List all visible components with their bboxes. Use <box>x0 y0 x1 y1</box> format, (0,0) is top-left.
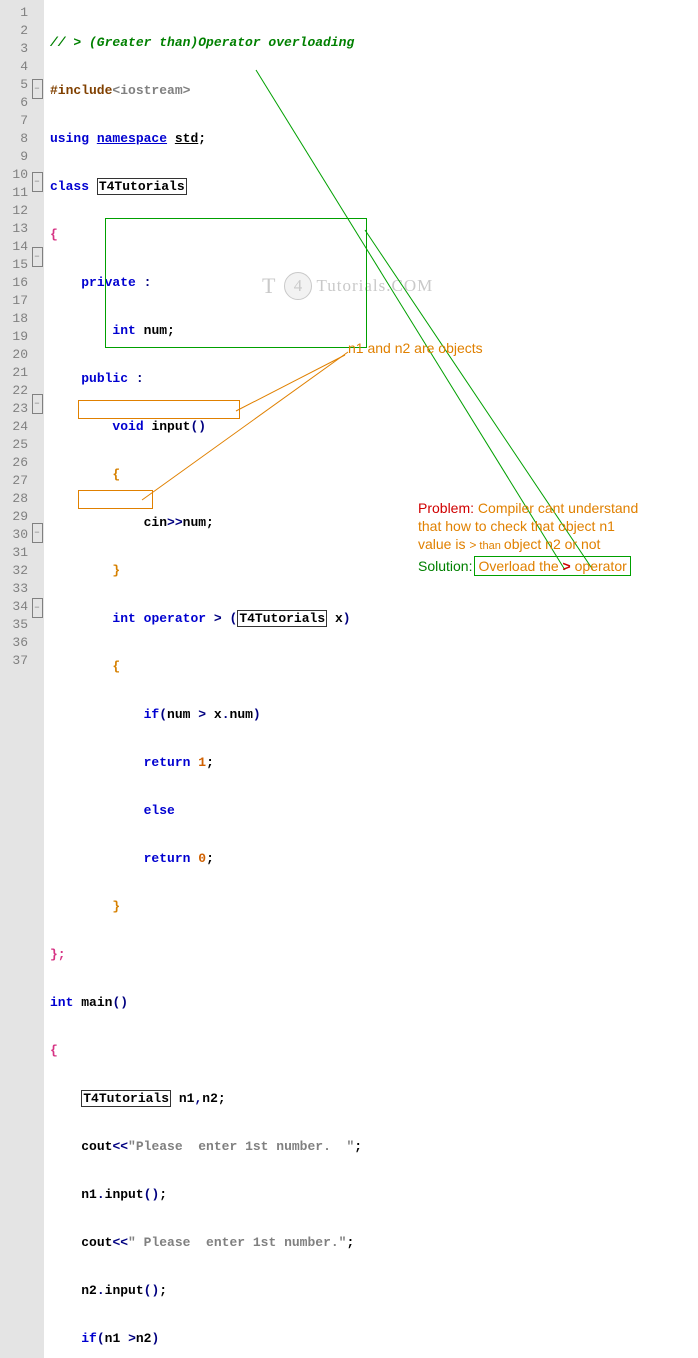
annotation-objects: n1 and n2 are objects <box>348 340 483 356</box>
code-content: // > (Greater than)Operator overloading … <box>44 0 698 1358</box>
line-num: 1 <box>2 4 28 22</box>
annotation-problem: Problem: Compiler cant understand that h… <box>418 499 638 555</box>
line-number-gutter: 1234567891011121314151617181920212223242… <box>0 0 30 1358</box>
param-type: T4Tutorials <box>237 610 327 627</box>
annotation-solution: Solution:Overload the > operator <box>418 558 631 574</box>
comment: // > (Greater than)Operator overloading <box>50 35 354 50</box>
class-name: T4Tutorials <box>97 178 187 195</box>
fold-icon[interactable]: − <box>32 79 43 99</box>
code-editor: 1234567891011121314151617181920212223242… <box>0 0 698 1358</box>
fold-column: − − − − − − <box>30 0 44 1358</box>
decl-type: T4Tutorials <box>81 1090 171 1107</box>
